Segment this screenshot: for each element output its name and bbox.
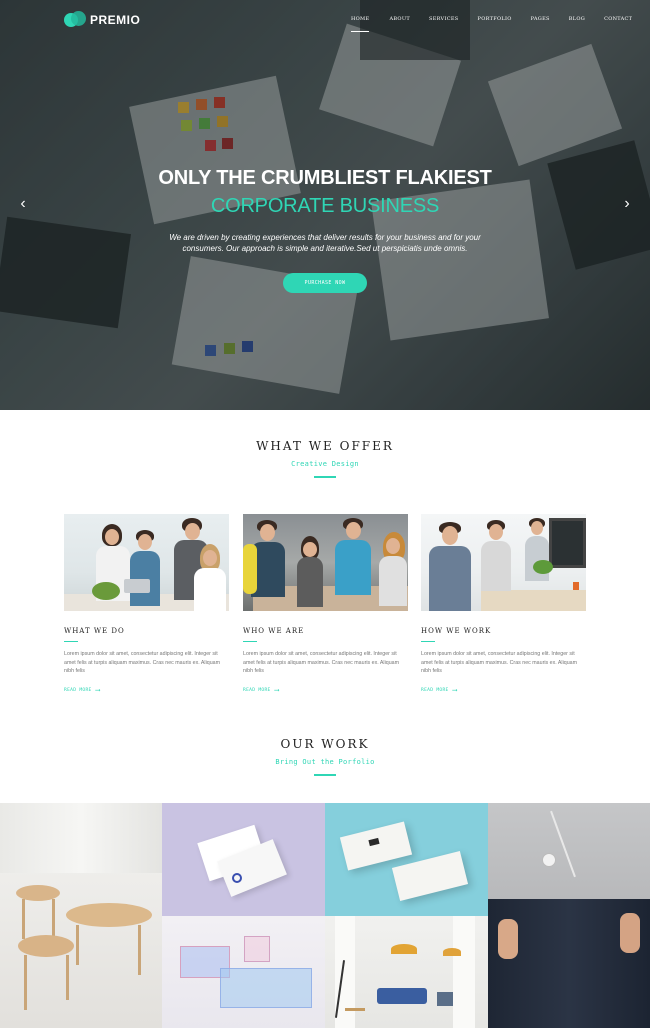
nav-item-home[interactable]: HOME [351, 16, 370, 32]
card-text: Lorem ipsum dolor sit amet, consectetur … [64, 651, 221, 675]
section-subtitle-offer: Creative Design [291, 460, 359, 468]
section-title-offer: WHAT WE OFFER [256, 439, 394, 453]
purchase-button[interactable]: PURCHASE NOW [283, 273, 367, 293]
card-title: WHO WE ARE [243, 627, 305, 635]
section-subtitle-work: Bring Out the Porfolio [275, 758, 375, 766]
hero-slider: PREMIO HOME ABOUT SERVICES PORTFOLIO PAG… [0, 0, 650, 410]
logo-text: PREMIO [90, 13, 141, 27]
card-image [421, 514, 586, 611]
arrow-right-icon: ⟶ [274, 686, 280, 695]
portfolio-item[interactable] [162, 803, 325, 916]
section-title-work: OUR WORK [280, 737, 370, 751]
read-more-label: READ MORE [421, 687, 449, 693]
card-image [243, 514, 408, 611]
nav-item-blog[interactable]: BLOG [569, 16, 585, 22]
read-more-link[interactable]: READ MORE ⟶ [64, 686, 229, 694]
logo-icon [64, 11, 86, 29]
portfolio-item[interactable] [325, 916, 488, 1028]
arrow-right-icon: ⟶ [95, 686, 101, 695]
card-text: Lorem ipsum dolor sit amet, consectetur … [421, 651, 578, 675]
card-divider [243, 641, 257, 642]
offer-card: WHAT WE DO Lorem ipsum dolor sit amet, c… [64, 514, 229, 694]
card-divider [64, 641, 78, 642]
offer-card: HOW WE WORK Lorem ipsum dolor sit amet, … [421, 514, 586, 694]
read-more-link[interactable]: READ MORE ⟶ [243, 686, 408, 694]
card-image [64, 514, 229, 611]
portfolio-item[interactable] [162, 916, 325, 1028]
portfolio-item[interactable] [325, 803, 488, 916]
hero-subtitle: CORPORATE BUSINESS [210, 195, 440, 217]
card-title: WHAT WE DO [64, 627, 125, 635]
nav-item-portfolio[interactable]: PORTFOLIO [478, 16, 512, 22]
card-text: Lorem ipsum dolor sit amet, consectetur … [243, 651, 400, 675]
portfolio-item[interactable] [0, 803, 162, 1028]
nav-item-pages[interactable]: PAGES [531, 16, 550, 22]
card-title: HOW WE WORK [421, 627, 492, 635]
section-divider [314, 476, 336, 478]
read-more-link[interactable]: READ MORE ⟶ [421, 686, 586, 694]
section-divider [314, 774, 336, 776]
logo[interactable]: PREMIO [64, 11, 140, 29]
arrow-right-icon: ⟶ [452, 686, 458, 695]
nav-item-about[interactable]: ABOUT [389, 16, 410, 22]
read-more-label: READ MORE [64, 687, 92, 693]
read-more-label: READ MORE [243, 687, 271, 693]
card-divider [421, 641, 435, 642]
hero-title: ONLY THE CRUMBLIEST FLAKIEST [158, 167, 492, 189]
nav-item-services[interactable]: SERVICES [429, 16, 459, 22]
offer-card: WHO WE ARE Lorem ipsum dolor sit amet, c… [243, 514, 408, 694]
nav-item-contact[interactable]: CONTACT [604, 16, 632, 22]
main-nav: HOME ABOUT SERVICES PORTFOLIO PAGES BLOG… [351, 16, 632, 32]
portfolio-item[interactable] [488, 803, 650, 1028]
hero-description: We are driven by creating experiences th… [169, 233, 481, 253]
